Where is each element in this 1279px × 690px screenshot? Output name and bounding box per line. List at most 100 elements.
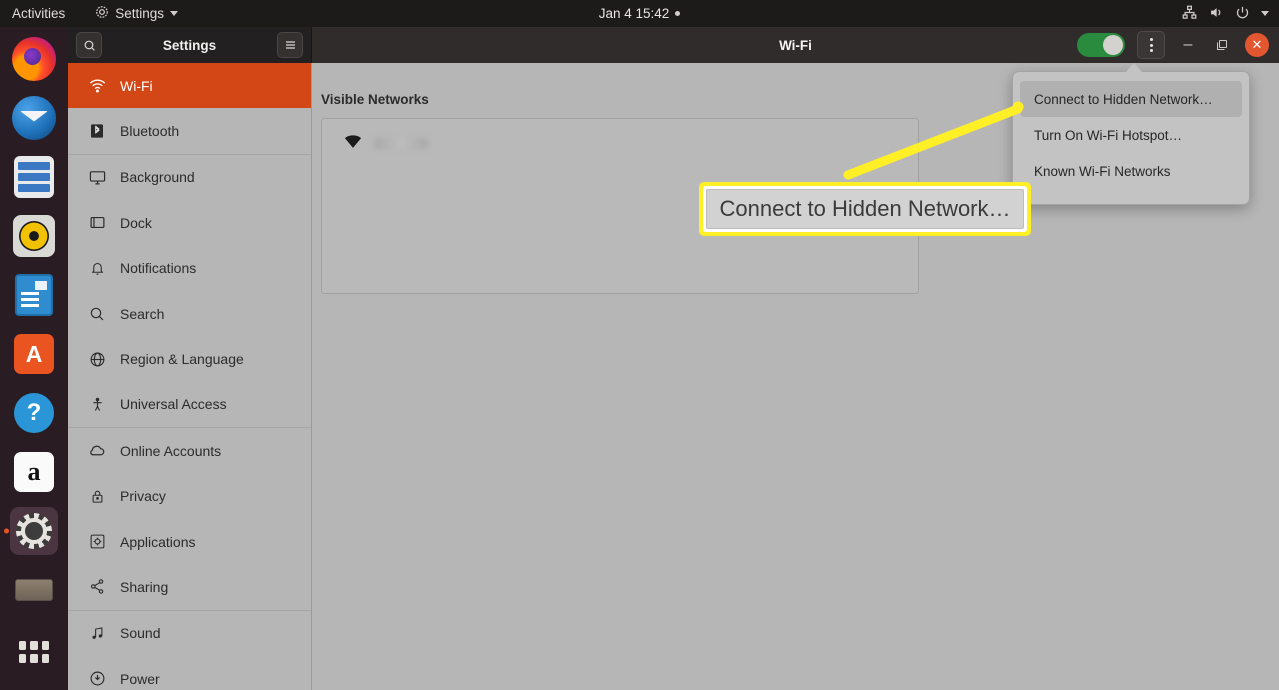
volume-icon bbox=[1208, 5, 1224, 23]
notification-dot-icon bbox=[675, 11, 681, 16]
bell-icon bbox=[88, 259, 106, 277]
settings-sidebar: Wi-Fi Bluetooth Background Dock Notifica… bbox=[68, 63, 312, 690]
search-button[interactable] bbox=[76, 32, 102, 58]
app-menu-button[interactable]: Settings bbox=[95, 5, 179, 22]
dock-item-help[interactable]: ? bbox=[10, 389, 58, 437]
activities-button[interactable]: Activities bbox=[12, 6, 65, 21]
annotation-callout-inner: Connect to Hidden Network… bbox=[703, 186, 1027, 232]
sidebar-item-label: Online Accounts bbox=[120, 442, 222, 459]
sidebar-item-label: Region & Language bbox=[120, 351, 244, 368]
dock-item-show-applications[interactable] bbox=[10, 625, 58, 673]
dock-item-trash[interactable] bbox=[10, 566, 58, 614]
sidebar-item-search[interactable]: Search bbox=[68, 291, 311, 336]
sidebar-item-privacy[interactable]: Privacy bbox=[68, 474, 311, 519]
share-icon bbox=[88, 578, 106, 596]
power-circle-icon bbox=[88, 670, 106, 688]
dock-item-ubuntu-software[interactable]: A bbox=[10, 330, 58, 378]
network-ssid-redacted bbox=[374, 137, 428, 149]
dock-item-thunderbird[interactable] bbox=[10, 94, 58, 142]
annotation-callout-text: Connect to Hidden Network… bbox=[706, 189, 1024, 229]
sidebar-item-label: Sharing bbox=[120, 578, 169, 595]
sidebar-item-label: Dock bbox=[120, 214, 152, 231]
gnome-top-bar: Activities Settings Jan 4 15:42 bbox=[0, 0, 1279, 27]
network-icon bbox=[1182, 5, 1197, 23]
sidebar-item-label: Notifications bbox=[120, 260, 197, 277]
sidebar-item-bluetooth[interactable]: Bluetooth bbox=[68, 108, 311, 153]
sidebar-item-label: Applications bbox=[120, 533, 196, 550]
firefox-icon bbox=[12, 37, 56, 81]
dock-item-settings[interactable] bbox=[10, 507, 58, 555]
sidebar-item-label: Power bbox=[120, 670, 160, 687]
power-icon bbox=[1235, 5, 1250, 23]
ubuntu-software-icon: A bbox=[14, 334, 54, 374]
window-titlebar: Settings Wi-Fi – ✕ bbox=[68, 27, 1279, 63]
apps-grid-icon bbox=[19, 641, 49, 663]
files-icon bbox=[14, 156, 54, 198]
window-controls: – ✕ bbox=[1077, 31, 1269, 59]
sidebar-item-label: Privacy bbox=[120, 488, 166, 505]
amazon-icon: a bbox=[14, 452, 54, 492]
settings-window: Settings Wi-Fi – ✕ Wi-Fi Bluetooth Backg… bbox=[68, 27, 1279, 690]
caret-down-icon bbox=[1261, 11, 1269, 16]
menu-item-known-wifi-networks[interactable]: Known Wi-Fi Networks bbox=[1020, 153, 1242, 189]
thunderbird-icon bbox=[12, 96, 56, 140]
cloud-icon bbox=[88, 442, 106, 460]
settings-gear-icon bbox=[95, 5, 109, 22]
sidebar-item-online-accounts[interactable]: Online Accounts bbox=[68, 428, 311, 473]
sidebar-item-sound[interactable]: Sound bbox=[68, 611, 311, 656]
visible-networks-heading: Visible Networks bbox=[321, 92, 429, 107]
bluetooth-icon bbox=[88, 122, 106, 140]
trash-icon bbox=[15, 579, 53, 601]
sidebar-item-label: Bluetooth bbox=[120, 123, 180, 140]
network-list-item[interactable] bbox=[322, 119, 918, 165]
caret-down-icon bbox=[170, 11, 179, 16]
dock-icon bbox=[88, 214, 106, 232]
sidebar-item-dock[interactable]: Dock bbox=[68, 200, 311, 245]
globe-icon bbox=[88, 350, 106, 368]
sidebar-title: Settings bbox=[162, 37, 217, 53]
clock-button[interactable]: Jan 4 15:42 bbox=[540, 6, 740, 21]
sidebar-item-label: Sound bbox=[120, 625, 161, 642]
sidebar-item-wi-fi[interactable]: Wi-Fi bbox=[68, 63, 311, 109]
app-menu-label: Settings bbox=[115, 6, 165, 21]
sidebar-item-power[interactable]: Power bbox=[68, 656, 311, 690]
menu-item-label: Turn On Wi-Fi Hotspot… bbox=[1034, 127, 1183, 143]
wifi-icon bbox=[88, 77, 106, 95]
wifi-signal-icon bbox=[344, 135, 362, 149]
sidebar-header: Settings bbox=[68, 27, 312, 63]
sidebar-item-label: Wi-Fi bbox=[120, 77, 153, 94]
search-icon bbox=[88, 305, 106, 323]
hamburger-menu-button[interactable] bbox=[277, 32, 303, 58]
menu-item-connect-hidden-network[interactable]: Connect to Hidden Network… bbox=[1020, 81, 1242, 117]
help-icon: ? bbox=[14, 393, 54, 433]
background-icon bbox=[88, 168, 106, 186]
lock-icon bbox=[88, 487, 106, 505]
wifi-options-menu-button[interactable] bbox=[1137, 31, 1165, 59]
menu-item-turn-on-wifi-hotspot[interactable]: Turn On Wi-Fi Hotspot… bbox=[1020, 117, 1242, 153]
maximize-button[interactable] bbox=[1211, 34, 1233, 56]
sidebar-item-label: Background bbox=[120, 169, 195, 186]
dock-item-amazon[interactable]: a bbox=[10, 448, 58, 496]
music-note-icon bbox=[88, 624, 106, 642]
dock-item-rhythmbox[interactable] bbox=[10, 212, 58, 260]
sidebar-item-notifications[interactable]: Notifications bbox=[68, 246, 311, 291]
libreoffice-writer-icon bbox=[15, 274, 53, 316]
system-tray[interactable] bbox=[1182, 5, 1269, 23]
sidebar-item-region-language[interactable]: Region & Language bbox=[68, 336, 311, 381]
sidebar-item-label: Universal Access bbox=[120, 396, 227, 413]
sidebar-item-applications[interactable]: Applications bbox=[68, 519, 311, 564]
dock-item-firefox[interactable] bbox=[10, 35, 58, 83]
sidebar-item-universal-access[interactable]: Universal Access bbox=[68, 382, 311, 427]
rhythmbox-icon bbox=[13, 215, 55, 257]
close-button[interactable]: ✕ bbox=[1245, 33, 1269, 57]
minimize-button[interactable]: – bbox=[1177, 34, 1199, 56]
ubuntu-dock: A ? a bbox=[0, 27, 68, 690]
wifi-toggle[interactable] bbox=[1077, 33, 1125, 57]
sidebar-item-background[interactable]: Background bbox=[68, 155, 311, 200]
applications-icon bbox=[88, 533, 106, 551]
clock-label: Jan 4 15:42 bbox=[598, 6, 670, 21]
settings-gear-icon bbox=[16, 513, 52, 549]
dock-item-files[interactable] bbox=[10, 153, 58, 201]
dock-item-libreoffice-writer[interactable] bbox=[10, 271, 58, 319]
sidebar-item-sharing[interactable]: Sharing bbox=[68, 564, 311, 609]
